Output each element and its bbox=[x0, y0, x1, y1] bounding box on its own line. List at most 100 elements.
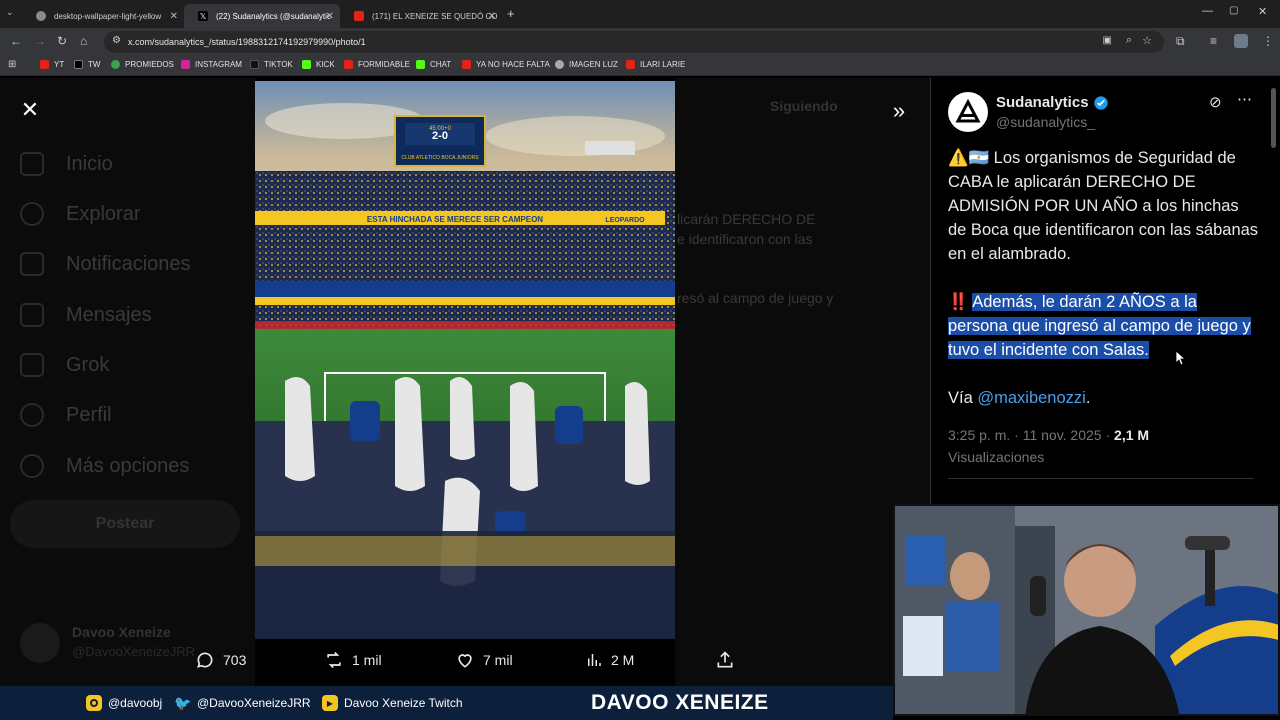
sidebar-item-mas-opciones: Más opciones bbox=[20, 454, 189, 478]
expand-panel-button[interactable]: » bbox=[884, 96, 914, 126]
site-info-icon[interactable]: ⚙ bbox=[112, 35, 121, 46]
bookmarks-bar: ⊞ YT TW PROMIEDOS INSTAGRAM TIKTOK KICK … bbox=[0, 56, 1280, 76]
url-text: x.com/sudanalytics_/status/1988312174192… bbox=[128, 37, 366, 47]
views-button[interactable]: 2 M bbox=[585, 650, 634, 670]
reload-icon[interactable]: ↻ bbox=[57, 34, 67, 48]
close-icon[interactable]: ✕ bbox=[488, 11, 496, 22]
tweet-paragraph-1: ⚠️🇦🇷 Los organismos de Seguridad de CABA… bbox=[948, 146, 1260, 266]
tab-sudanalytics[interactable]: 𝕏 (22) Sudanalytics (@sudanalytic ✕ bbox=[184, 4, 340, 28]
zoom-icon[interactable]: ⌕ bbox=[1126, 34, 1132, 47]
account-name: Davoo Xeneize bbox=[72, 624, 171, 640]
cast-icon[interactable]: ▣ bbox=[1103, 35, 1112, 46]
bookmark-ilari-larie[interactable]: ILARI LARIE bbox=[626, 60, 685, 69]
tweet-timestamp: 3:25 p. m. · 11 nov. 2025 · 2,1 M bbox=[948, 427, 1149, 443]
sidebar-item-perfil: Perfil bbox=[20, 403, 112, 427]
new-tab-icon[interactable]: + bbox=[507, 6, 515, 21]
bookmark-tw[interactable]: TW bbox=[74, 60, 100, 69]
x-logo-icon bbox=[74, 60, 83, 69]
timestamp-text[interactable]: 3:25 p. m. · 11 nov. 2025 · bbox=[948, 427, 1114, 443]
via-suffix: . bbox=[1085, 389, 1091, 407]
bookmark-formidable[interactable]: FORMIDABLE bbox=[344, 60, 410, 69]
heart-icon bbox=[458, 654, 472, 668]
globe-icon bbox=[555, 60, 564, 69]
author-handle[interactable]: @sudanalytics_ bbox=[996, 114, 1095, 130]
reply-count: 703 bbox=[223, 652, 247, 668]
youtube-play-icon: ▶ bbox=[322, 695, 338, 711]
double-exclamation-emoji: ‼️ bbox=[948, 293, 969, 311]
account-handle: @DavooXeneizeJRR bbox=[72, 644, 196, 659]
bookmark-kick[interactable]: KICK bbox=[302, 60, 335, 69]
sidebar-item-grok: Grok bbox=[20, 353, 109, 377]
timeline-snippet: e identificaron con las bbox=[677, 231, 813, 247]
tiktok-icon bbox=[250, 60, 259, 69]
repost-button[interactable]: 1 mil bbox=[324, 650, 382, 670]
mention-link[interactable]: @maxibenozzi bbox=[977, 389, 1085, 407]
restore-icon[interactable]: ▢ bbox=[1229, 5, 1238, 16]
views-label: Visualizaciones bbox=[948, 449, 1045, 465]
apps-icon[interactable]: ⊞ bbox=[8, 59, 16, 70]
share-button[interactable] bbox=[715, 650, 743, 670]
media-icon[interactable]: ≡ bbox=[1210, 34, 1217, 48]
verified-badge-icon bbox=[1093, 95, 1108, 110]
view-count: 2 M bbox=[611, 652, 635, 668]
twitch-handle: ▶ Davoo Xeneize Twitch bbox=[322, 695, 463, 711]
streamer-brand: DAVOO XENEIZE bbox=[591, 691, 769, 714]
twitter-bird-icon: 🐦 bbox=[174, 694, 192, 711]
twitter-handle: 🐦 @DavooXeneizeJRR bbox=[174, 694, 311, 711]
instagram-icon bbox=[181, 60, 190, 69]
tweet-photo[interactable]: 2-0 45:00+0 CLUB ATLETICO BOCA JUNIORS E… bbox=[255, 81, 675, 639]
avatar[interactable] bbox=[948, 92, 988, 132]
like-button[interactable]: 7 mil bbox=[455, 650, 513, 670]
sudanalytics-logo-icon bbox=[955, 99, 981, 123]
tab-title: (22) Sudanalytics (@sudanalytic bbox=[216, 11, 331, 21]
stadium-photo: 2-0 45:00+0 CLUB ATLETICO BOCA JUNIORS E… bbox=[255, 81, 675, 639]
bookmark-yt[interactable]: YT bbox=[40, 60, 64, 69]
bookmark-promiedos[interactable]: PROMIEDOS bbox=[111, 60, 174, 69]
reply-button[interactable]: 703 bbox=[195, 650, 246, 670]
tab-youtube[interactable]: (171) EL XENEIZE SE QUEDÓ CO ✕ bbox=[340, 4, 502, 28]
youtube-icon bbox=[40, 60, 49, 69]
stream-banner: @davoobj 🐦 @DavooXeneizeJRR ▶ Davoo Xene… bbox=[0, 686, 893, 720]
bookmark-chat[interactable]: CHAT bbox=[416, 60, 451, 69]
share-icon bbox=[717, 651, 733, 668]
mail-icon bbox=[20, 303, 44, 327]
profile-icon[interactable] bbox=[1234, 34, 1248, 48]
stand-banner-text: ESTA HINCHADA SE MERECE SER CAMPEON bbox=[367, 215, 543, 224]
bookmark-tiktok[interactable]: TIKTOK bbox=[250, 60, 293, 69]
grok-icon[interactable]: ⊘ bbox=[1209, 93, 1222, 111]
tweet-paragraph-2-text: Además, le darán 2 AÑOS a la persona que… bbox=[948, 293, 1251, 359]
bookmark-imagen-luz[interactable]: IMAGEN LUZ bbox=[555, 60, 618, 69]
instagram-handle: @davoobj bbox=[86, 695, 162, 711]
bookmark-star-icon[interactable]: ☆ bbox=[1142, 34, 1152, 47]
tab-search-icon[interactable]: ⌄ bbox=[6, 7, 14, 18]
bookmark-label: YA NO HACE FALTA bbox=[476, 60, 550, 69]
instagram-icon bbox=[86, 695, 102, 711]
bookmark-instagram[interactable]: INSTAGRAM bbox=[181, 60, 242, 69]
minimize-icon[interactable]: — bbox=[1202, 5, 1213, 17]
bookmark-ya-no-hace-falta[interactable]: YA NO HACE FALTA bbox=[462, 60, 550, 69]
close-icon[interactable]: ✕ bbox=[170, 11, 178, 22]
twitter-handle-text: @DavooXeneizeJRR bbox=[197, 696, 311, 710]
scrollbar[interactable] bbox=[1271, 88, 1276, 148]
back-icon[interactable]: ← bbox=[10, 34, 22, 48]
headphones-icon bbox=[1030, 576, 1046, 616]
window-close-icon[interactable]: ✕ bbox=[1258, 5, 1267, 18]
close-icon[interactable]: ✕ bbox=[326, 11, 334, 22]
address-bar[interactable]: ⚙ x.com/sudanalytics_/status/19883121741… bbox=[104, 31, 1164, 53]
author-name[interactable]: Sudanalytics bbox=[996, 94, 1109, 111]
x-logo-icon: 𝕏 bbox=[198, 11, 208, 21]
bookmark-label: TW bbox=[88, 60, 101, 69]
home-icon[interactable]: ⌂ bbox=[80, 34, 87, 48]
close-button[interactable]: ✕ bbox=[16, 96, 44, 124]
tweet-paragraph-1-text: Los organismos de Seguridad de CABA le a… bbox=[948, 149, 1259, 263]
forward-icon[interactable]: → bbox=[34, 34, 46, 48]
framed-jersey bbox=[903, 616, 943, 676]
tab-wallpaper[interactable]: desktop-wallpaper-light-yellow ✕ bbox=[22, 4, 184, 28]
bookmark-label: FORMIDABLE bbox=[358, 60, 411, 69]
menu-icon[interactable]: ⋮ bbox=[1262, 34, 1274, 48]
post-button: Postear bbox=[10, 500, 240, 548]
extensions-icon[interactable]: ⧉ bbox=[1176, 34, 1185, 49]
microphone-arm bbox=[1205, 546, 1215, 606]
kick-icon bbox=[302, 60, 311, 69]
more-options-icon[interactable]: ⋯ bbox=[1237, 90, 1252, 108]
